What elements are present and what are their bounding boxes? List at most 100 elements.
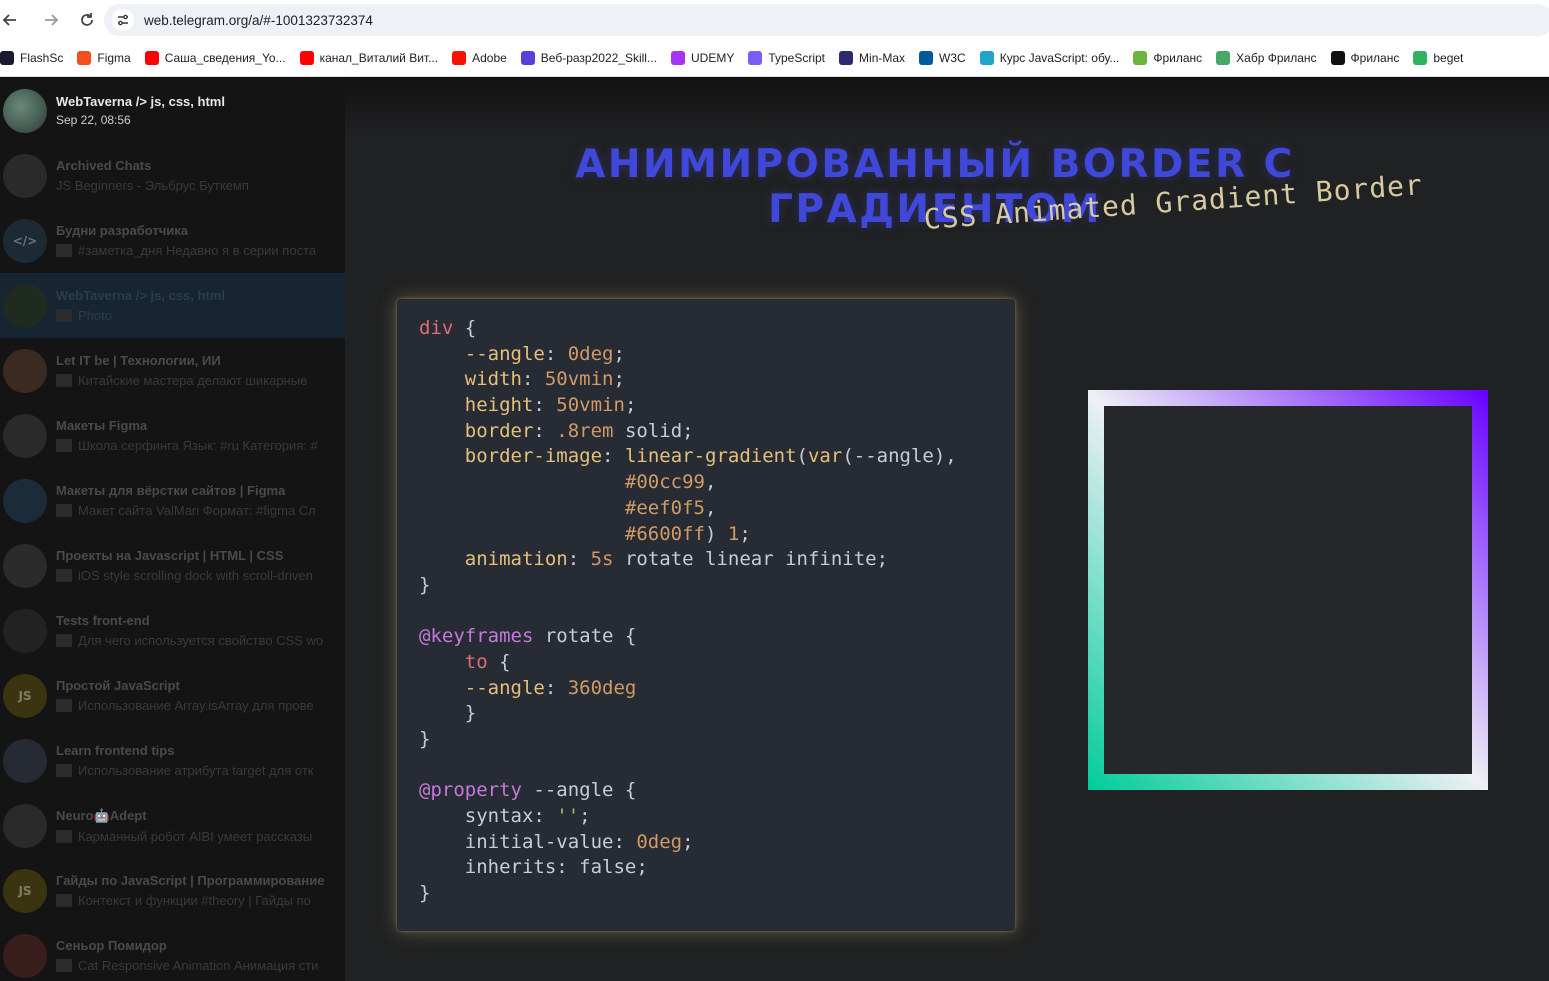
media-thumbnail-icon — [56, 244, 72, 257]
chat-preview: Использование Array.isArray для прове — [56, 698, 345, 713]
chat-preview-text: iOS style scrolling dock with scroll-dri… — [78, 568, 313, 583]
code-token: { — [487, 650, 511, 673]
bookmark-3[interactable]: канал_Виталий Вит... — [299, 51, 438, 65]
code-token: syntax: — [419, 805, 557, 828]
site-settings-icon[interactable] — [112, 9, 134, 31]
url-text[interactable]: web.telegram.org/a/#-1001323732374 — [144, 13, 373, 28]
bookmark-5[interactable]: Веб-разр2022_Skill... — [520, 51, 657, 65]
figma-icon — [77, 51, 92, 65]
bookmark-12[interactable]: Хабр Фриланс — [1216, 51, 1317, 65]
chat-item[interactable]: Макеты Figma Школа серфинга Язык: #ru Кат… — [0, 403, 345, 468]
media-viewer[interactable]: АНИМИРОВАННЫЙ BORDER С ГРАДИЕНТОМ CSS An… — [345, 78, 1549, 981]
bookmark-9[interactable]: W3C — [919, 51, 966, 65]
code-token: { — [453, 317, 477, 339]
back-icon[interactable] — [0, 3, 20, 37]
bookmark-0[interactable]: FlashSc — [0, 51, 63, 65]
bookmark-7[interactable]: TypeScript — [748, 51, 825, 65]
chat-avatar — [3, 413, 47, 458]
chat-preview: Использование атрибута target для отк — [56, 763, 345, 778]
code-token: #6600ff — [624, 522, 705, 545]
code-token: 0deg — [567, 342, 614, 365]
chat-avatar: JS — [3, 673, 47, 718]
code-token: --angle — [464, 342, 545, 365]
bookmark-label: Фриланс — [1350, 51, 1400, 65]
bookmark-11[interactable]: Фриланс — [1133, 51, 1202, 65]
chat-item[interactable]: Макеты для вёрстки сайтов | Figma Макет с… — [0, 468, 345, 533]
chat-preview-text: Photo — [78, 308, 112, 323]
bookmark-4[interactable]: Adobe — [452, 51, 507, 65]
chat-preview-text: Контекст и функции #theory | Гайды по — [78, 893, 311, 908]
code-token: inherits: false; — [419, 856, 648, 879]
chat-preview: iOS style scrolling dock with scroll-dri… — [56, 568, 345, 583]
chat-item[interactable]: Tests front-end Для чего используется сво… — [0, 598, 345, 663]
chat-item[interactable]: JS Простой JavaScript Использование Array.… — [0, 663, 345, 728]
chat-item[interactable]: Проекты на Javascript | HTML | CSS iOS st… — [0, 533, 345, 598]
code-token: --angle — [464, 676, 545, 699]
bookmark-8[interactable]: Min-Max — [839, 51, 905, 65]
bookmark-1[interactable]: Figma — [77, 51, 131, 65]
youtube-icon — [144, 51, 159, 65]
chat-preview-text: JS Beginners - Эльбрус Буткемп — [56, 178, 249, 193]
code-token: (--angle), — [842, 445, 957, 468]
code-line: #eef0f5, — [419, 496, 1015, 522]
chat-name: WebTaverna /> js, css, html — [56, 288, 225, 303]
code-token: 50vmin — [556, 394, 625, 417]
code-token: ; — [739, 522, 751, 545]
bookmark-2[interactable]: Саша_сведения_Yo... — [144, 51, 286, 65]
chat-item[interactable]: WebTaverna /> js, css, html Photo — [0, 273, 345, 338]
chat-item[interactable]: </> Будни разработчика #заметка_дня Недавн… — [0, 208, 345, 273]
code-token: 360deg — [567, 676, 637, 699]
bookmark-14[interactable]: beget — [1413, 51, 1463, 65]
chat-item[interactable]: Archived Chats JS Beginners - Эльбрус Бут… — [0, 143, 345, 208]
chat-preview: #заметка_дня Недавно я в серии поста — [56, 243, 345, 258]
code-line: border: .8rem solid; — [419, 419, 1015, 445]
flashcard-icon — [0, 51, 14, 65]
code-token: linear-gradient — [624, 445, 797, 468]
chat-item[interactable]: Let IT be | Технологии, ИИ Китайские маст… — [0, 338, 345, 403]
chat-item[interactable]: Сеньор Помидор Cat Responsive Animation А… — [0, 923, 345, 981]
chat-item[interactable]: Neuro🤖Adept Карманный робот AIBI умеет ра… — [0, 793, 345, 858]
media-viewer-sender[interactable]: WebTaverna /> js, css, html Sep 22, 08:5… — [0, 78, 345, 143]
bookmark-10[interactable]: Курс JavaScript: обу... — [979, 51, 1119, 65]
code-line: initial-value: 0deg; — [419, 830, 1015, 856]
code-token: #00cc99 — [624, 471, 705, 494]
media-date: Sep 22, 08:56 — [56, 113, 131, 127]
address-bar[interactable]: web.telegram.org/a/#-1001323732374 — [104, 4, 1549, 36]
chat-item[interactable]: Learn frontend tips Использование атрибут… — [0, 728, 345, 793]
code-line: } — [419, 727, 1015, 753]
freelance-icon — [1133, 51, 1148, 65]
chat-name: Let IT be | Технологии, ИИ — [56, 353, 221, 368]
media-thumbnail-icon — [56, 764, 72, 777]
chat-name: Простой JavaScript — [56, 678, 180, 693]
adobe-icon — [452, 51, 467, 65]
skillbox-icon — [520, 51, 535, 65]
code-line: --angle: 360deg — [419, 676, 1015, 702]
code-token: '' — [556, 805, 580, 828]
media-thumbnail-icon — [56, 374, 72, 387]
chat-preview-text: Китайские мастера делают шикарные — [78, 373, 308, 388]
code-token: border — [464, 419, 534, 442]
code-line: animation: 5s rotate linear infinite; — [419, 547, 1015, 573]
forward-icon[interactable] — [34, 3, 68, 37]
code-token: @property — [419, 779, 522, 802]
media-thumbnail-icon — [56, 569, 72, 582]
media-thumbnail-icon — [56, 829, 72, 843]
typescript-icon — [748, 51, 763, 65]
youtube-icon — [299, 51, 314, 65]
reload-icon[interactable] — [70, 3, 104, 37]
bookmark-13[interactable]: Фриланс — [1330, 51, 1400, 65]
viewer-top-shade — [345, 78, 1549, 138]
code-line: } — [419, 881, 1015, 907]
code-token: ; — [682, 830, 694, 853]
bookmark-6[interactable]: UDEMY — [670, 51, 734, 65]
code-token: @keyframes — [419, 625, 534, 648]
chat-item[interactable]: JS Гайды по JavaScript | Программирование… — [0, 858, 345, 923]
